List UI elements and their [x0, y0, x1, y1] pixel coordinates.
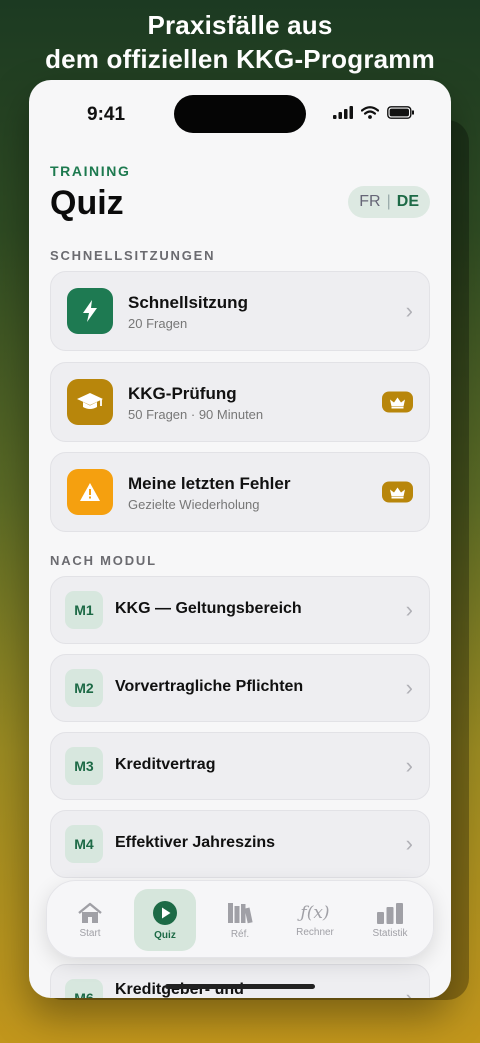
module-badge: M6 [65, 979, 103, 998]
card-subtitle: 20 Fragen [128, 316, 188, 331]
play-icon [153, 900, 177, 925]
premium-crown-icon [382, 391, 413, 413]
chevron-right-icon: › [405, 985, 413, 998]
module-row[interactable]: M3 Kreditvertrag › [50, 732, 430, 800]
module-badge: M2 [65, 669, 103, 707]
tab-bar: Start Quiz Réf. ƒ(x) Rechner Statistik [46, 880, 434, 958]
promo-headline: Praxisfälle aus dem offiziellen KKG-Prog… [0, 8, 480, 76]
recent-mistakes-card[interactable]: Meine letzten Fehler Gezielte Wiederholu… [50, 452, 430, 532]
function-icon: ƒ(x) [300, 902, 330, 923]
module-row[interactable]: M4 Effektiver Jahreszins › [50, 810, 430, 878]
chevron-right-icon: › [405, 298, 413, 323]
lang-option-de[interactable]: DE [397, 193, 419, 211]
quick-session-card[interactable]: Schnellsitzung 20 Fragen › [50, 271, 430, 351]
dynamic-island [174, 95, 306, 133]
bar-chart-icon [377, 902, 403, 924]
books-icon [228, 902, 253, 923]
module-badge: M4 [65, 825, 103, 863]
headline-line-1: Praxisfälle aus [147, 10, 333, 40]
module-title: Kreditvertrag [115, 756, 216, 773]
card-title: Schnellsitzung [128, 293, 248, 312]
chevron-right-icon: › [405, 597, 413, 622]
tab-label: Rechner [296, 926, 334, 938]
card-subtitle: Gezielte Wiederholung [128, 497, 260, 512]
battery-icon [387, 106, 414, 119]
section-kicker: TRAINING [50, 163, 131, 179]
headline-line-2: dem offiziellen KKG-Programm [45, 44, 435, 74]
warning-icon [67, 469, 113, 515]
chevron-right-icon: › [405, 753, 413, 778]
tab-reference[interactable]: Réf. [209, 889, 271, 951]
graduation-cap-icon [67, 379, 113, 425]
tab-start[interactable]: Start [59, 889, 121, 951]
status-icons [333, 106, 415, 119]
tab-label: Quiz [154, 929, 176, 941]
module-row[interactable]: M1 KKG — Geltungsbereich › [50, 576, 430, 644]
module-badge: M1 [65, 591, 103, 629]
phone-screen: 9:41 TRAINING Quiz FR | DE SCHNELLSITZUN… [29, 80, 451, 998]
module-badge: M3 [65, 747, 103, 785]
card-title: Meine letzten Fehler [128, 474, 291, 493]
kkg-exam-card[interactable]: KKG-Prüfung 50 Fragen · 90 Minuten [50, 362, 430, 442]
lang-option-fr[interactable]: FR [359, 193, 380, 211]
home-indicator [165, 984, 315, 989]
module-title: KKG — Geltungsbereich [115, 600, 302, 617]
tab-quiz[interactable]: Quiz [134, 889, 196, 951]
tab-calculator[interactable]: ƒ(x) Rechner [284, 889, 346, 951]
cellular-signal-icon [333, 106, 353, 119]
chevron-right-icon: › [405, 831, 413, 856]
module-row[interactable]: M2 Vorvertragliche Pflichten › [50, 654, 430, 722]
module-title: Vorvertragliche Pflichten [115, 678, 304, 695]
wifi-icon [361, 106, 379, 119]
card-subtitle: 50 Fragen · 90 Minuten [128, 407, 264, 422]
language-toggle[interactable]: FR | DE [348, 186, 430, 218]
modules-label: NACH MODUL [50, 553, 157, 568]
page-title: Quiz [50, 184, 124, 222]
quick-sessions-label: SCHNELLSITZUNGEN [50, 248, 216, 263]
tab-label: Start [79, 927, 101, 939]
lang-separator: | [386, 193, 391, 210]
chevron-right-icon: › [405, 675, 413, 700]
module-title: Effektiver Jahreszins [115, 834, 276, 851]
premium-crown-icon [382, 481, 413, 503]
home-icon [78, 902, 102, 923]
status-time: 9:41 [87, 104, 126, 125]
card-title: KKG-Prüfung [128, 384, 237, 403]
lightning-icon [67, 288, 113, 334]
tab-label: Réf. [230, 928, 250, 940]
tab-statistics[interactable]: Statistik [359, 889, 421, 951]
tab-label: Statistik [372, 927, 408, 939]
module-row[interactable]: M6 Kreditgeber- und › [50, 964, 430, 998]
status-bar: 9:41 [29, 80, 451, 146]
